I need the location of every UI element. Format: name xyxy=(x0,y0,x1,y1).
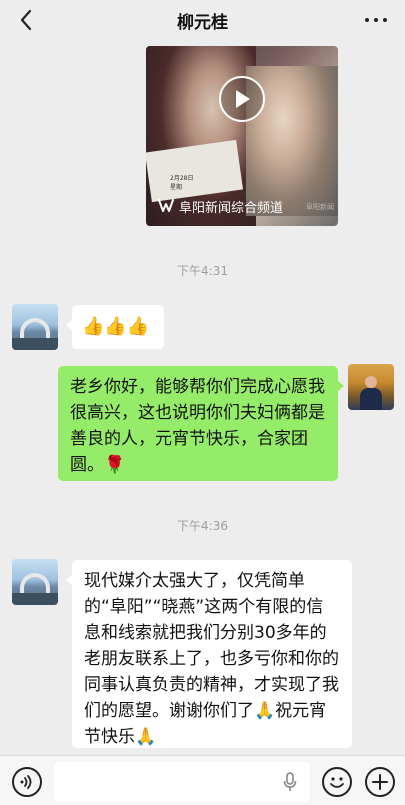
video-date-text: 2月28日 星期 xyxy=(170,175,194,191)
channels-icon xyxy=(158,199,174,213)
message-timestamp: 下午4:36 xyxy=(177,519,228,533)
plus-button[interactable] xyxy=(365,767,395,797)
more-button[interactable] xyxy=(361,10,391,30)
chevron-left-icon xyxy=(20,9,32,31)
video-source-label: 阜阳新闻综合频道 xyxy=(179,200,284,216)
message-bubble-left[interactable]: 现代媒介太强大了，仅凭简单的“阜阳”“晓燕”这两个有限的信息和线索就把我们分别3… xyxy=(66,560,352,748)
back-button[interactable] xyxy=(14,8,38,32)
emoji-icon xyxy=(330,777,344,788)
bridge-avatar[interactable] xyxy=(12,559,58,605)
emoji-button[interactable] xyxy=(322,767,352,797)
message-input[interactable] xyxy=(54,762,310,802)
person-avatar[interactable] xyxy=(348,364,394,410)
voice-icon xyxy=(20,775,32,789)
video-message[interactable]: 2月28日 星期 阜阳新闻综合频道 阜阳新闻 xyxy=(146,46,338,226)
video-source: 阜阳新闻综合频道 xyxy=(158,196,283,216)
chat-header: 柳元桂 xyxy=(0,0,405,40)
microphone-icon[interactable] xyxy=(282,772,298,792)
message-bubble-left[interactable]: 👍👍👍 xyxy=(66,305,164,349)
play-icon xyxy=(236,90,250,108)
more-dots-icon xyxy=(365,18,369,22)
bridge-avatar[interactable] xyxy=(12,304,58,350)
play-button[interactable] xyxy=(219,76,265,122)
voice-button[interactable] xyxy=(12,767,42,797)
video-watermark: 阜阳新闻 xyxy=(306,203,334,211)
message-timestamp: 下午4:31 xyxy=(177,264,228,278)
message-bubble-right[interactable]: 老乡你好，能够帮你们完成心愿我很高兴，这也说明你们夫妇俩都是善良的人，元宵节快乐… xyxy=(58,366,344,481)
input-bar xyxy=(0,755,405,805)
chat-title: 柳元桂 xyxy=(177,12,228,33)
plus-icon xyxy=(372,774,388,790)
